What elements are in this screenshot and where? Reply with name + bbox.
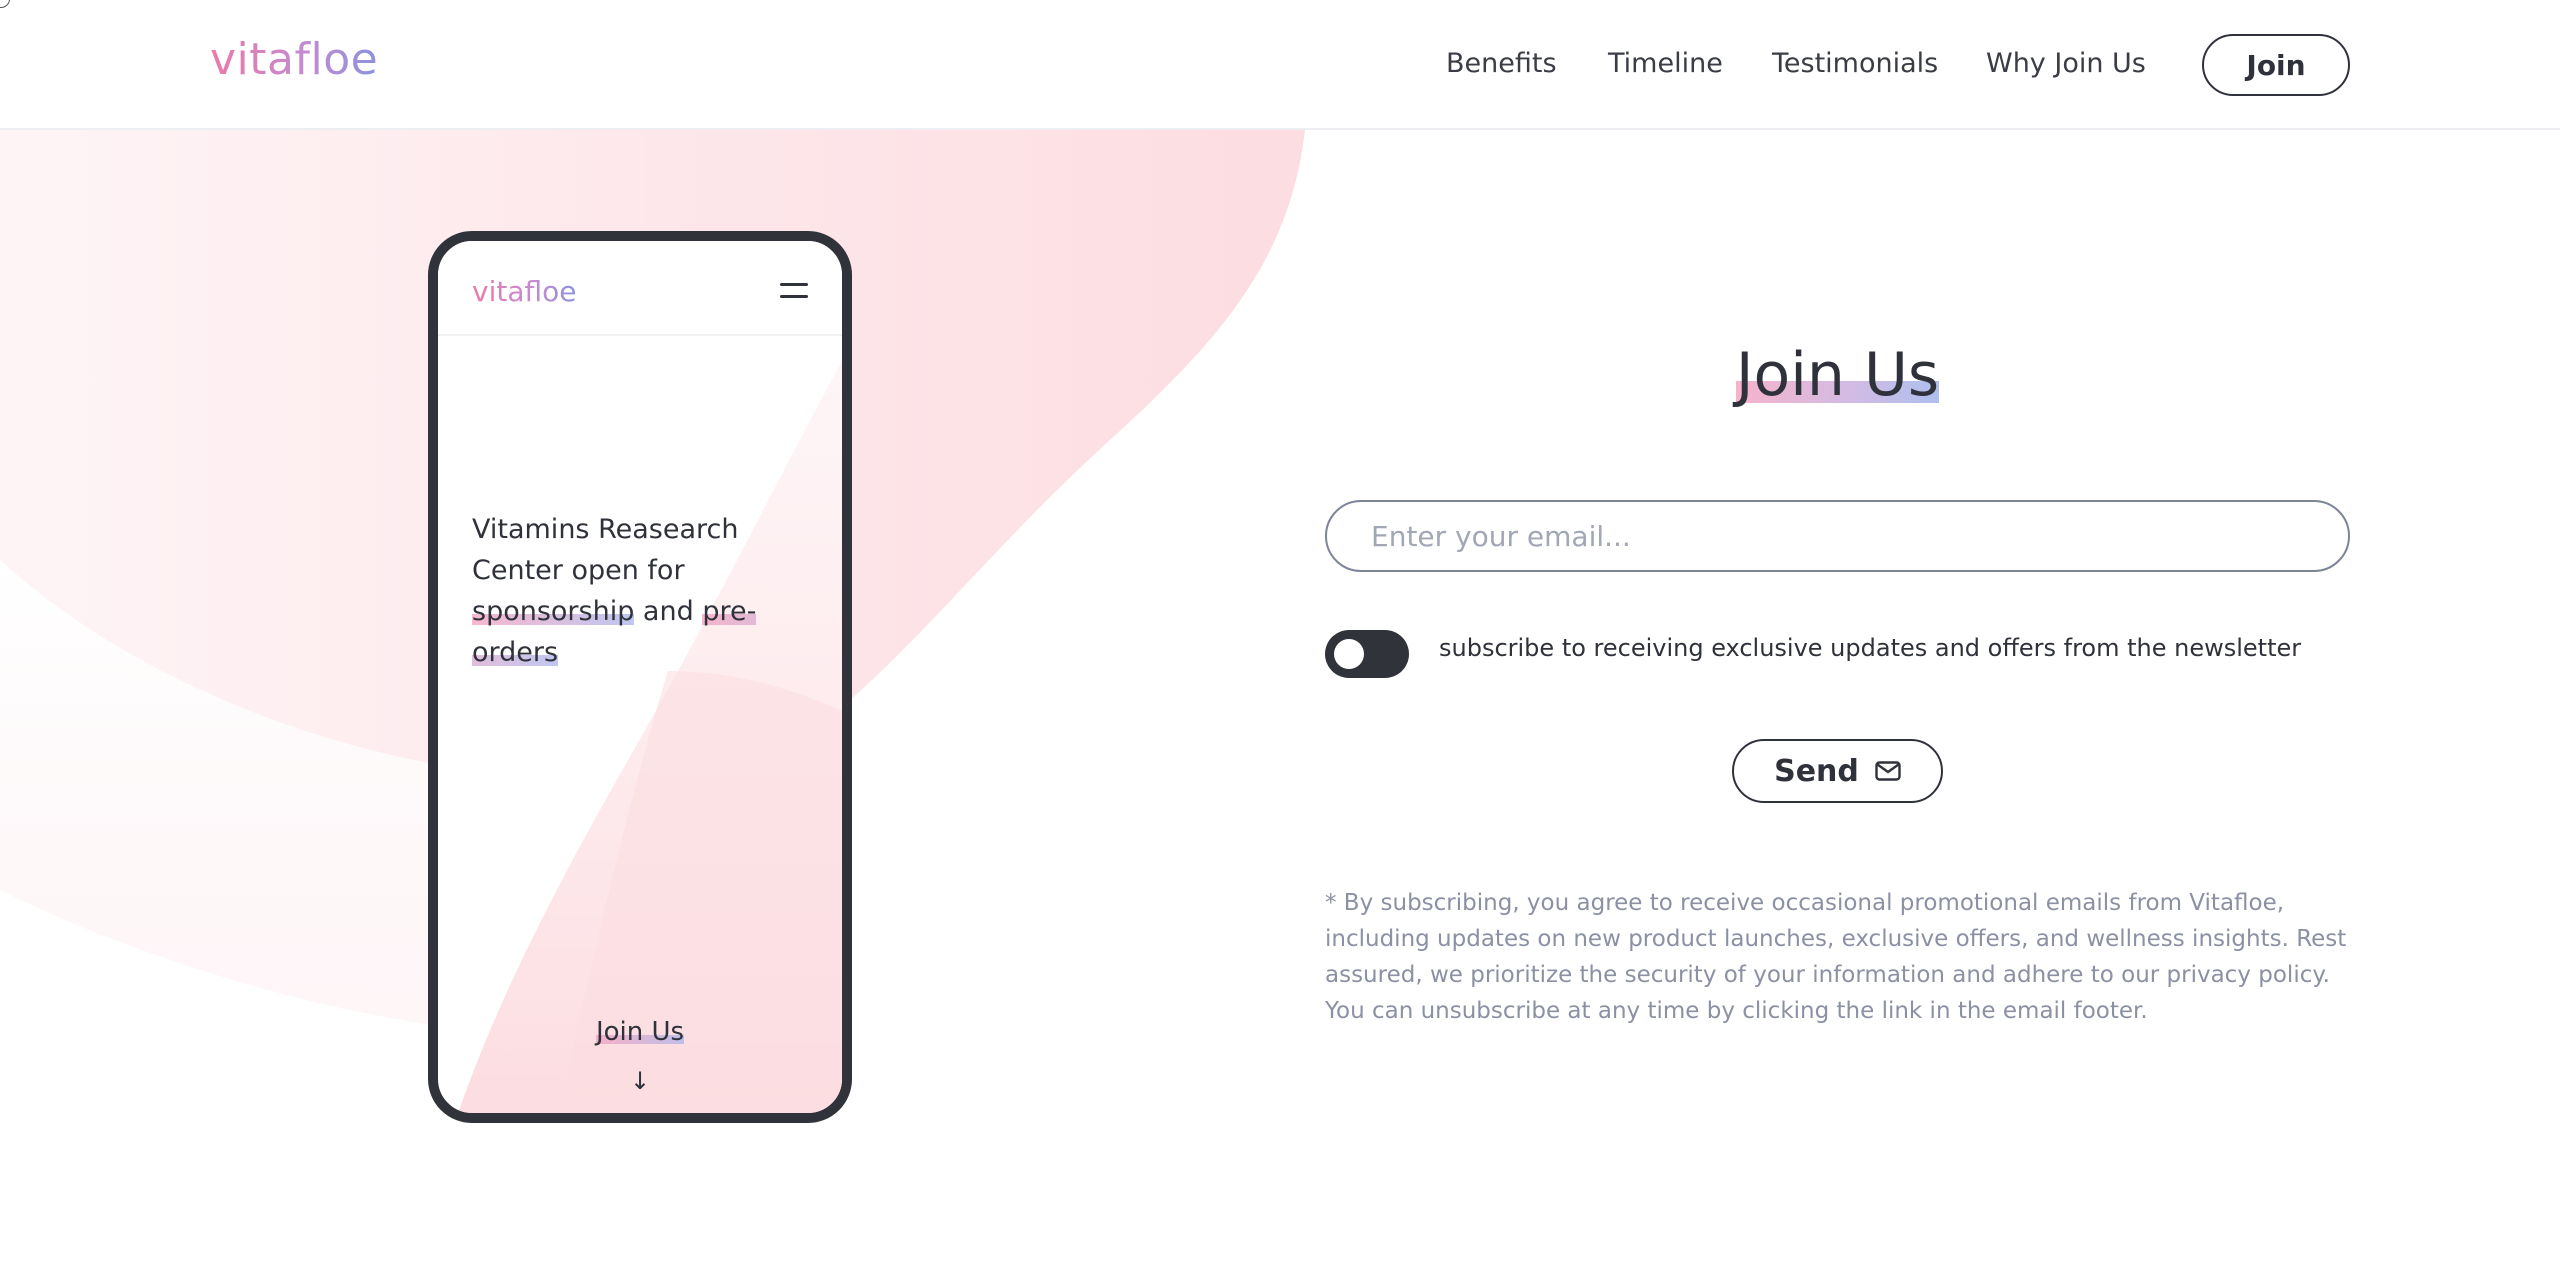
nav-link-benefits[interactable]: Benefits [1446, 48, 1557, 79]
headline-highlight-sponsorship: sponsorship [472, 596, 635, 627]
nav-link-testimonials[interactable]: Testimonials [1772, 48, 1938, 79]
hamburger-menu-icon[interactable] [780, 281, 808, 301]
phone-mockup: vitafloe Vitamins Reasearch Center open … [428, 231, 852, 1123]
newsletter-toggle[interactable] [1325, 630, 1409, 678]
phone-join-us-label[interactable]: Join Us [595, 1017, 685, 1047]
background-blob-shape [0, 130, 1305, 1030]
newsletter-toggle-label: subscribe to receiving exclusive updates… [1439, 634, 2302, 662]
phone-join-us-link[interactable]: Join Us [438, 1017, 842, 1047]
hero-background [0, 130, 2560, 1273]
phone-hero-headline: Vitamins Reasearch Center open for spons… [472, 509, 772, 673]
join-us-title-text: Join Us [1735, 340, 1940, 410]
main-nav: Benefits Timeline Testimonials Why Join … [0, 0, 2560, 130]
phone-header: vitafloe [438, 241, 842, 336]
phone-background-shape [458, 361, 842, 1113]
toggle-knob [1334, 639, 1364, 669]
arrow-down-icon[interactable]: ↓ [438, 1067, 842, 1095]
email-input[interactable] [1325, 500, 2350, 572]
privacy-disclaimer: * By subscribing, you agree to receive o… [1325, 890, 2347, 1024]
join-button[interactable]: Join [2202, 34, 2350, 96]
envelope-icon [1875, 761, 1901, 781]
headline-text: Vitamins Reasearch Center open for [472, 514, 739, 586]
join-us-title: Join Us [1325, 340, 2350, 410]
nav-link-timeline[interactable]: Timeline [1608, 48, 1723, 79]
site-header: vitafloe Benefits Timeline Testimonials … [0, 0, 2560, 130]
send-button-label: Send [1774, 753, 1859, 789]
headline-text: and [634, 596, 703, 627]
send-button[interactable]: Send [1732, 739, 1943, 803]
phone-brand-logo[interactable]: vitafloe [472, 275, 576, 308]
nav-link-why-join-us[interactable]: Why Join Us [1986, 48, 2146, 79]
